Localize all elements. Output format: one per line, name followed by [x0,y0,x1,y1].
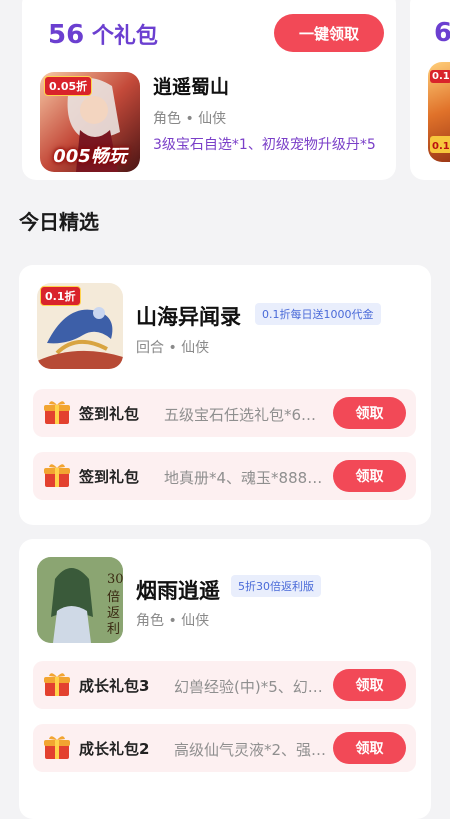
svg-text:30: 30 [107,572,123,587]
game-art-icon: 30 倍 返 利 [37,557,123,643]
discount-tag: 0.1折 [430,136,450,153]
claim-button[interactable]: 领取 [333,669,406,701]
discount-tag: 0.1 [430,70,450,83]
gift-count: 56 个礼包 [48,18,158,50]
section-title: 今日精选 [19,210,99,234]
promo-badge: 0.1折每日送1000代金 [255,303,381,325]
game-subtitle: 角色 • 仙侠 [153,111,227,127]
gift-description: 幻兽经验(中)*5、幻兽丹*10 [174,678,329,696]
gift-carousel[interactable]: 56 个礼包 一键领取 0.05折 005畅玩 逍遥蜀山 角色 • 仙侠 3级宝… [0,0,450,190]
game-thumbnail[interactable]: 0.05折 005畅玩 [40,72,140,172]
gift-summary: 3级宝石自选*1、初级宠物升级丹*5 [153,137,376,153]
discount-tag: 0.1折 [40,286,81,306]
svg-text:倍: 倍 [107,590,120,605]
gift-row[interactable]: 成长礼包3 幻兽经验(中)*5、幻兽丹*10 领取 [33,661,416,709]
game-card[interactable]: 30 倍 返 利 烟雨逍遥 5折30倍返利版 角色 • 仙侠 成长礼包3 幻兽经… [19,539,431,819]
gift-bundle-card[interactable]: 56 个礼包 一键领取 0.05折 005畅玩 逍遥蜀山 角色 • 仙侠 3级宝… [22,0,396,180]
promo-badge: 5折30倍返利版 [231,575,321,597]
gift-box-icon [43,400,71,426]
game-thumbnail: 0.1 0.1折 [428,62,450,162]
gift-description: 地真册*4、魂玉*888、银两*10000 [164,469,329,487]
claim-all-button[interactable]: 一键领取 [274,14,384,52]
gift-box-icon [43,672,71,698]
thumb-caption: 005畅玩 [53,146,127,167]
gift-box-icon [43,463,71,489]
game-subtitle: 回合 • 仙侠 [136,340,210,356]
game-thumbnail[interactable]: 30 倍 返 利 [37,557,123,643]
gift-name: 签到礼包 [79,468,140,486]
game-title[interactable]: 烟雨逍遥 [136,575,220,605]
gift-description: 高级仙气灵液*2、强化石*20 [174,741,329,759]
gift-count-suffix: 个礼包 [91,24,158,49]
game-title[interactable]: 山海异闻录 [136,301,241,331]
gift-count-number: 6 [434,18,450,48]
gift-row[interactable]: 签到礼包 五级宝石任选礼包*6、宝石精华*10 领取 [33,389,416,437]
game-title[interactable]: 逍遥蜀山 [153,72,229,99]
game-thumbnail[interactable]: 0.1折 [37,283,123,369]
next-gift-bundle-card[interactable]: 6 0.1 0.1折 [410,0,450,180]
gift-name: 成长礼包2 [79,740,150,758]
game-subtitle: 角色 • 仙侠 [136,613,210,629]
gift-name: 签到礼包 [79,405,140,423]
svg-text:利: 利 [107,622,120,637]
gift-row[interactable]: 成长礼包2 高级仙气灵液*2、强化石*20 领取 [33,724,416,772]
discount-tag: 0.05折 [44,76,93,96]
gift-description: 五级宝石任选礼包*6、宝石精华*10 [164,406,329,424]
claim-button[interactable]: 领取 [333,732,406,764]
gift-name: 成长礼包3 [79,677,150,695]
game-card[interactable]: 0.1折 山海异闻录 0.1折每日送1000代金 回合 • 仙侠 签到礼包 五级… [19,265,431,525]
gift-box-icon [43,735,71,761]
gift-count-number: 56 [48,20,85,50]
svg-text:返: 返 [107,606,120,621]
claim-button[interactable]: 领取 [333,460,406,492]
claim-button[interactable]: 领取 [333,397,406,429]
gift-row[interactable]: 签到礼包 地真册*4、魂玉*888、银两*10000 领取 [33,452,416,500]
